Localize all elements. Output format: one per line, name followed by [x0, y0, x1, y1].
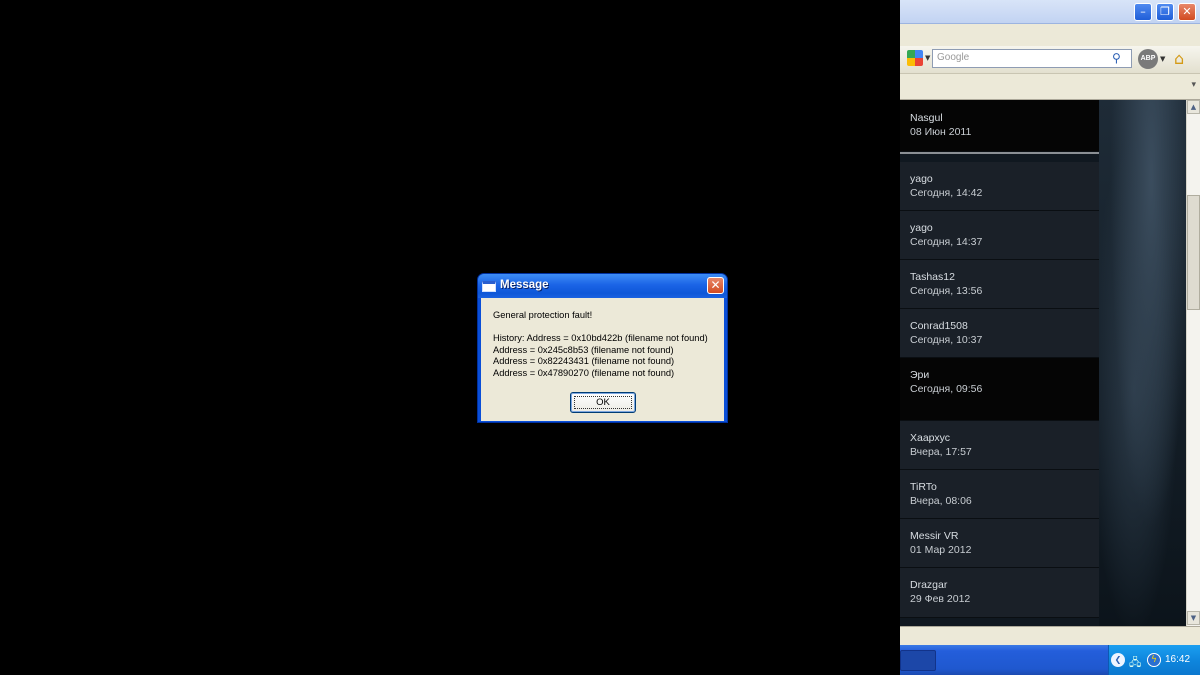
- list-item-name: Эри: [910, 369, 930, 381]
- restore-icon[interactable]: ❐: [1156, 3, 1174, 21]
- list-item-name: yago: [910, 222, 933, 234]
- list-item-date: Сегодня, 09:56: [910, 383, 983, 395]
- ok-button[interactable]: OK: [570, 392, 636, 413]
- history-line: Address = 0x245c8b53 (filename not found…: [493, 344, 674, 355]
- power-icon[interactable]: ϟ: [1147, 653, 1161, 667]
- list-item-date: 08 Июн 2011: [910, 126, 972, 138]
- focus-ring: [574, 396, 632, 409]
- list-item[interactable]: Хаархус Вчера, 17:57: [900, 421, 1099, 470]
- list-item[interactable]: TiRTo Вчера, 08:06: [900, 470, 1099, 519]
- home-icon[interactable]: ⌂: [1174, 49, 1184, 68]
- list-item-name: Хаархус: [910, 432, 951, 444]
- dialog-body: General protection fault! History: Addre…: [481, 298, 724, 421]
- message-dialog: Message ✕ General protection fault! Hist…: [477, 273, 728, 423]
- background-artwork: [1099, 100, 1186, 626]
- minimize-icon[interactable]: –: [1134, 3, 1152, 21]
- list-item-name: Conrad1508: [910, 320, 968, 332]
- list-item-date: 29 Фев 2012: [910, 593, 971, 605]
- list-item-name: Drazgar: [910, 579, 948, 591]
- close-icon[interactable]: ✕: [707, 277, 724, 294]
- list-item[interactable]: Drazgar 29 Фев 2012: [900, 568, 1099, 618]
- menu-toolbar: [900, 24, 1200, 46]
- list-item-name: Nasgul: [910, 112, 943, 124]
- list-item-date: Сегодня, 10:37: [910, 334, 983, 346]
- network-icon[interactable]: 🖧: [1129, 654, 1141, 673]
- chevron-down-icon[interactable]: ▼: [1160, 55, 1165, 63]
- list-item-date: Сегодня, 14:37: [910, 236, 983, 248]
- close-icon[interactable]: ✕: [1178, 3, 1196, 21]
- vertical-scrollbar[interactable]: ▲ ▼: [1186, 100, 1200, 626]
- list-item-name: Messir VR: [910, 530, 959, 542]
- desktop-background: [0, 0, 900, 675]
- system-tray: ❮ 🖧 ϟ 16:42: [1108, 645, 1200, 675]
- scroll-up-icon[interactable]: ▲: [1187, 100, 1200, 114]
- clock[interactable]: 16:42: [1165, 654, 1190, 665]
- list-item[interactable]: Conrad1508 Сегодня, 10:37: [900, 309, 1099, 358]
- list-item-name: Tashas12: [910, 271, 955, 283]
- window-icon: [482, 281, 496, 292]
- dialog-message-block: General protection fault! History: Addre…: [493, 310, 708, 379]
- list-item-date: Вчера, 17:57: [910, 446, 972, 458]
- chevron-down-icon[interactable]: ▾: [1191, 80, 1196, 90]
- list-item-name: TiRTo: [910, 481, 937, 493]
- page-content: Nasgul 08 Июн 2011 yago Сегодня, 14:42 y…: [900, 100, 1186, 626]
- history-line: Address = 0x47890270 (filename not found…: [493, 367, 675, 378]
- divider: [900, 152, 1099, 154]
- search-icon[interactable]: ⚲: [1112, 51, 1121, 65]
- browser-window: – ❐ ✕ ▼ Google ⚲ ABP ▼ ⌂ ▾ Nasgul 08 Июн…: [900, 0, 1200, 645]
- list-item-date: Сегодня, 13:56: [910, 285, 983, 297]
- list-item-date: Сегодня, 14:42: [910, 187, 983, 199]
- google-logo-icon[interactable]: [907, 50, 923, 66]
- chevron-down-icon[interactable]: ▼: [925, 54, 930, 62]
- status-bar: [900, 626, 1200, 645]
- list-item-date: Вчера, 08:06: [910, 495, 972, 507]
- list-item-date: 01 Мар 2012: [910, 544, 972, 556]
- scroll-down-icon[interactable]: ▼: [1187, 611, 1200, 625]
- dialog-titlebar[interactable]: Message ✕: [478, 274, 727, 298]
- chevron-left-icon[interactable]: ❮: [1111, 653, 1125, 667]
- list-item[interactable]: Nasgul 08 Июн 2011: [900, 100, 1099, 152]
- dialog-title: Message: [500, 279, 549, 291]
- list-item[interactable]: Эри Сегодня, 09:56: [900, 358, 1099, 421]
- google-toolbar: ▼ Google ⚲ ABP ▼ ⌂: [900, 46, 1200, 74]
- recent-posts-list: Nasgul 08 Июн 2011 yago Сегодня, 14:42 y…: [900, 100, 1099, 626]
- search-input[interactable]: Google: [932, 49, 1132, 68]
- taskbar: ❮ 🖧 ϟ 16:42: [900, 645, 1200, 675]
- scrollbar-thumb[interactable]: [1187, 195, 1200, 310]
- adblock-icon[interactable]: ABP: [1138, 49, 1158, 69]
- history-line: History: Address = 0x10bd422b (filename …: [493, 333, 708, 343]
- list-item[interactable]: Messir VR 01 Мар 2012: [900, 519, 1099, 568]
- tab-bar: ▾: [900, 74, 1200, 100]
- list-item[interactable]: Tashas12 Сегодня, 13:56: [900, 260, 1099, 309]
- list-item[interactable]: yago Сегодня, 14:42: [900, 162, 1099, 211]
- browser-titlebar: – ❐ ✕: [900, 0, 1200, 24]
- taskbar-button[interactable]: [900, 650, 936, 671]
- error-message: General protection fault!: [493, 310, 593, 320]
- list-item[interactable]: yago Сегодня, 14:37: [900, 211, 1099, 260]
- history-line: Address = 0x82243431 (filename not found…: [493, 356, 675, 366]
- list-item-name: yago: [910, 173, 933, 185]
